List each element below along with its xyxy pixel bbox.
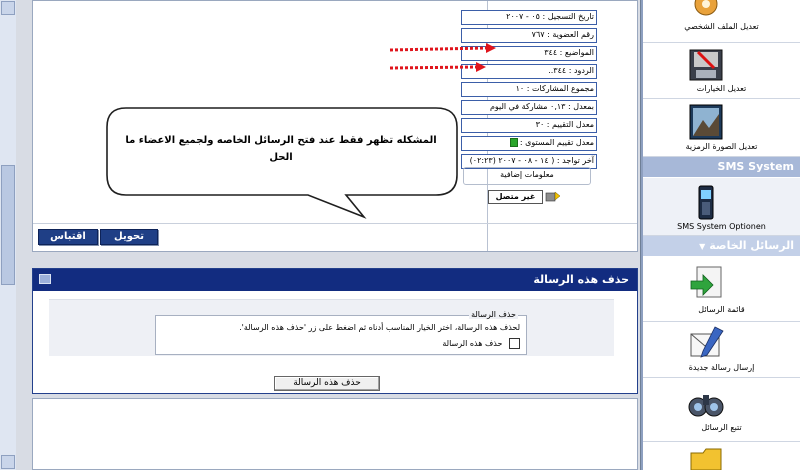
delete-panel-body: حذف الرسالة لحذف هذه الرسالة، اختر الخيا… <box>49 299 614 356</box>
forward-button[interactable]: تحويل <box>100 229 158 245</box>
folder-icon <box>690 448 722 470</box>
track-binoculars-icon <box>688 395 724 417</box>
user-cp-sidebar: تعديل الملف الشخصي تعديل الخيارات تعديل … <box>641 0 800 470</box>
info-level-rating: معدل تقييم المستوى : <box>461 136 597 151</box>
sidebar-item-message-list[interactable]: قائمة الرسائل <box>643 257 800 322</box>
options-disk-icon <box>689 49 723 81</box>
post-footer-line <box>33 223 637 224</box>
user-status-icon <box>545 191 561 202</box>
arrow-topics-line <box>389 46 487 52</box>
callout-line-1: المشكله تظهر فقط عند فتح الرسائل الخاصه … <box>125 135 437 146</box>
message-list-icon <box>690 266 722 298</box>
private-messages-header[interactable]: الرسائل الخاصة ▼ <box>643 236 800 256</box>
sidebar-label-edit-profile[interactable]: تعديل الملف الشخصي <box>643 22 800 31</box>
sidebar-label-track-messages[interactable]: تتبع الرسائل <box>643 423 800 432</box>
scroll-thumb[interactable] <box>1 165 15 285</box>
vertical-scrollbar[interactable] <box>0 0 17 470</box>
delete-message-button[interactable]: حذف هذه الرسالة <box>274 376 380 391</box>
sidebar-item-edit-profile[interactable]: تعديل الملف الشخصي <box>643 0 800 43</box>
delete-checkbox-row[interactable]: حذف هذه الرسالة <box>442 338 520 349</box>
profile-gear-icon <box>694 0 718 16</box>
extra-info-button[interactable]: معلومات إضافية <box>463 167 591 185</box>
callout-text: المشكله تظهر فقط عند فتح الرسائل الخاصه … <box>106 132 456 166</box>
sidebar-label-message-list[interactable]: قائمة الرسائل <box>643 305 800 314</box>
sidebar-item-edit-options[interactable]: تعديل الخيارات <box>643 42 800 99</box>
offline-badge: غير متصل <box>488 190 543 204</box>
delete-fieldset-legend: حذف الرسالة <box>469 310 518 319</box>
mobile-phone-icon <box>698 185 714 220</box>
sidebar-item-send-message[interactable]: إرسال رسالة جديدة <box>643 321 800 378</box>
callout-line-2: الحل <box>269 152 293 163</box>
delete-checkbox[interactable] <box>509 338 520 349</box>
sidebar-label-send-message[interactable]: إرسال رسالة جديدة <box>643 363 800 372</box>
collapse-icon[interactable] <box>39 274 51 284</box>
arrow-replies-line <box>389 65 477 70</box>
info-rate-per-day: بمعدل : ٠,١٣ مشاركة في اليوم <box>461 100 597 115</box>
info-level-label: معدل تقييم المستوى : <box>519 138 594 147</box>
private-messages-title: الرسائل الخاصة <box>709 239 794 252</box>
sidebar-label-edit-options[interactable]: تعديل الخيارات <box>643 84 800 93</box>
delete-panel-title: حذف هذه الرسالة <box>533 273 629 286</box>
info-total-posts: مجموع المشاركات : ١٠ <box>461 82 597 97</box>
arrow-topics-head <box>486 43 496 53</box>
sidebar-item-edit-avatar[interactable]: تعديل الصورة الرمزية <box>643 98 800 157</box>
lower-panel <box>32 398 638 470</box>
delete-fieldset: حذف الرسالة لحذف هذه الرسالة، اختر الخيا… <box>155 310 527 355</box>
chevron-down-icon[interactable]: ▼ <box>699 237 705 257</box>
arrow-replies-head <box>476 62 486 72</box>
sidebar-item-track-messages[interactable]: تتبع الرسائل <box>643 377 800 442</box>
delete-description: لحذف هذه الرسالة، اختر الخيار المناسب أد… <box>239 323 520 332</box>
info-reg-date: تاريخ التسجيل : ٠٥ - ٢٠٠٧ <box>461 10 597 25</box>
compose-message-icon <box>690 326 724 358</box>
sidebar-item-more[interactable] <box>643 441 800 470</box>
avatar-picture-icon <box>689 104 723 140</box>
user-info-column: تاريخ التسجيل : ٠٥ - ٢٠٠٧ رقم العضوية : … <box>461 10 597 172</box>
sidebar-label-edit-avatar[interactable]: تعديل الصورة الرمزية <box>643 142 800 151</box>
scroll-up-arrow[interactable] <box>1 1 15 15</box>
sidebar-item-sms-options[interactable]: SMS System Optionen <box>643 178 800 236</box>
sidebar-label-sms-options[interactable]: SMS System Optionen <box>643 222 800 231</box>
delete-panel-header: حذف هذه الرسالة <box>33 269 637 291</box>
annotation-arrows <box>389 43 496 72</box>
info-rating: معدل التقييم : ٣٠ <box>461 118 597 133</box>
level-indicator-icon <box>509 138 518 147</box>
delete-checkbox-label[interactable]: حذف هذه الرسالة <box>442 339 502 348</box>
quote-button[interactable]: اقتباس <box>38 229 98 245</box>
scroll-down-arrow[interactable] <box>1 455 15 469</box>
delete-message-panel: حذف هذه الرسالة حذف الرسالة لحذف هذه الر… <box>32 268 638 394</box>
sms-system-header: SMS System <box>643 157 800 177</box>
